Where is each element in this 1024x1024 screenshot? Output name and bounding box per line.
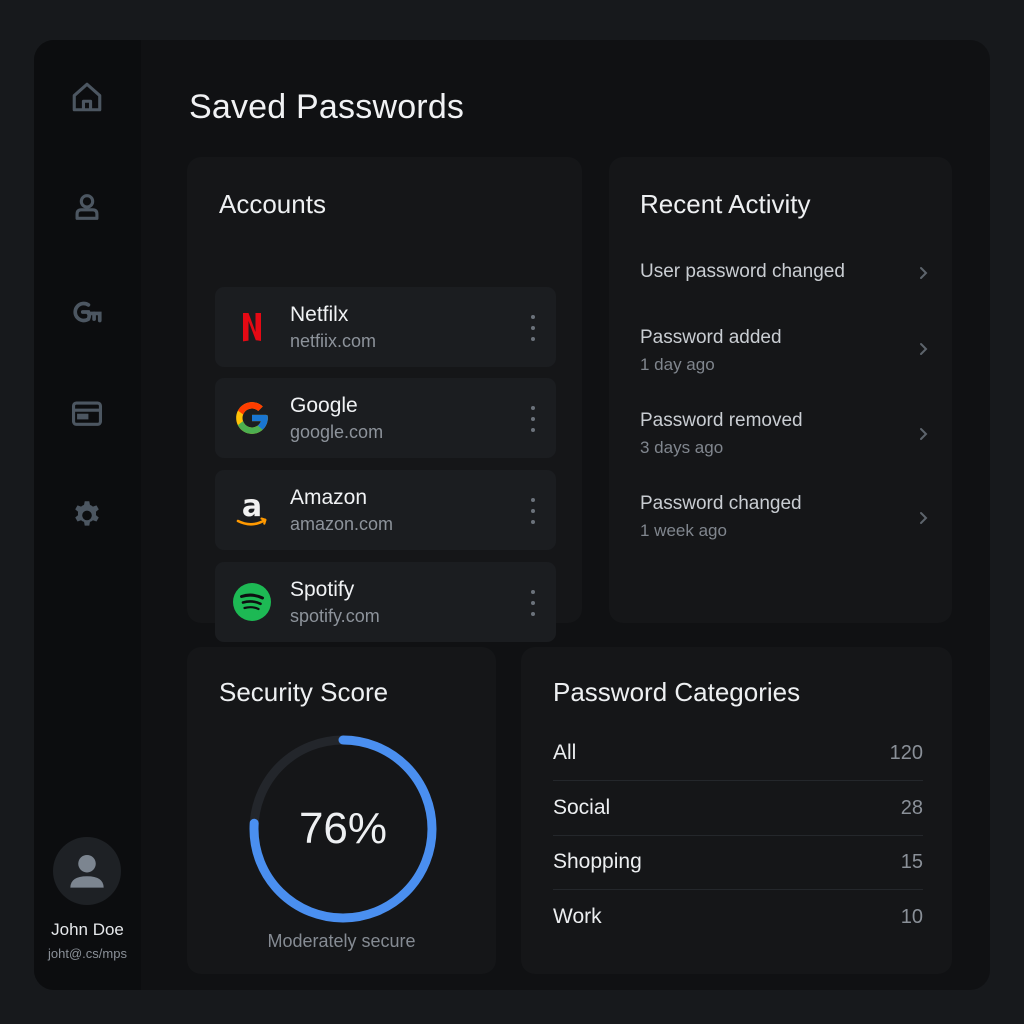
avatar[interactable]: [53, 837, 121, 905]
category-label: Social: [553, 796, 611, 819]
activity-item[interactable]: Password removed 3 days ago: [640, 410, 930, 458]
category-row-work[interactable]: Work 10: [553, 891, 923, 945]
category-count: 28: [900, 797, 923, 819]
recent-activity-title: Recent Activity: [640, 189, 811, 219]
chevron-right-icon: [916, 265, 930, 281]
account-domain: google.com: [290, 422, 384, 442]
activity-item[interactable]: Password added 1 day ago: [640, 327, 930, 375]
gear-icon[interactable]: [68, 495, 106, 533]
more-options-icon[interactable]: [528, 498, 538, 524]
account-name: Google: [290, 394, 358, 417]
security-score-caption: Moderately secure: [267, 931, 416, 951]
activity-title: User password changed: [640, 261, 845, 282]
account-item-google[interactable]: Google google.com: [215, 378, 556, 458]
amazon-logo-icon: a: [231, 489, 273, 531]
account-item-spotify[interactable]: Spotify spotify.com: [215, 562, 556, 642]
chevron-right-icon: [916, 341, 930, 357]
activity-title: Password removed: [640, 410, 803, 431]
netflix-logo-icon: [231, 306, 273, 348]
wallet-icon[interactable]: [68, 394, 106, 432]
recent-activity-card: Recent Activity User password changed Pa…: [609, 157, 952, 623]
more-options-icon[interactable]: [528, 315, 538, 341]
category-row-shopping[interactable]: Shopping 15: [553, 836, 923, 890]
key-icon[interactable]: [68, 293, 106, 331]
account-domain: amazon.com: [290, 514, 394, 534]
password-categories-title: Password Categories: [553, 677, 801, 707]
category-count: 10: [900, 906, 923, 928]
account-domain: netfiix.com: [290, 331, 377, 351]
security-score-gauge: 76%: [245, 731, 441, 927]
category-row-all[interactable]: All 120: [553, 727, 923, 781]
activity-item[interactable]: Password changed 1 week ago: [640, 493, 930, 541]
security-score-card: Security Score 76% Moderately secure: [187, 647, 496, 974]
security-score-value: 76%: [298, 804, 388, 853]
category-label: Shopping: [553, 850, 642, 873]
accounts-title: Accounts: [219, 189, 326, 219]
category-count: 120: [889, 742, 923, 764]
security-score-title: Security Score: [219, 677, 389, 707]
account-name: Spotify: [290, 578, 355, 601]
home-icon[interactable]: [68, 78, 106, 116]
chevron-right-icon: [916, 426, 930, 442]
accounts-card: Accounts Netfilx netfiix.com Google goog…: [187, 157, 582, 642]
account-name: Netfilx: [290, 303, 349, 326]
category-count: 15: [900, 851, 923, 873]
category-label: Work: [553, 905, 602, 928]
sidebar: John Doe joht@.cs/mps: [34, 40, 141, 990]
activity-title: Password added: [640, 327, 782, 348]
user-email: joht@.cs/mps: [48, 946, 127, 961]
page-title: Saved Passwords: [189, 88, 465, 126]
account-item-amazon[interactable]: a Amazon amazon.com: [215, 470, 556, 550]
spotify-logo-icon: [231, 581, 273, 623]
account-name: Amazon: [290, 486, 368, 509]
more-options-icon[interactable]: [528, 590, 538, 616]
account-domain: spotify.com: [290, 606, 380, 626]
activity-timestamp: 1 week ago: [640, 521, 727, 540]
user-icon[interactable]: [68, 188, 106, 226]
google-logo-icon: [231, 397, 273, 439]
activity-timestamp: 1 day ago: [640, 355, 715, 374]
app-window: John Doe joht@.cs/mps Saved Passwords Ac…: [34, 40, 990, 990]
more-options-icon[interactable]: [528, 406, 538, 432]
user-avatar-icon: [70, 854, 104, 888]
user-name: John Doe: [51, 920, 124, 939]
category-row-social[interactable]: Social 28: [553, 782, 923, 836]
activity-item[interactable]: User password changed: [640, 261, 930, 283]
chevron-right-icon: [916, 510, 930, 526]
account-item-netflix[interactable]: Netfilx netfiix.com: [215, 287, 556, 367]
activity-title: Password changed: [640, 493, 802, 514]
svg-text:a: a: [242, 490, 262, 524]
category-label: All: [553, 741, 577, 764]
password-categories-card: Password Categories All 120 Social 28 Sh…: [521, 647, 952, 974]
activity-timestamp: 3 days ago: [640, 438, 724, 457]
